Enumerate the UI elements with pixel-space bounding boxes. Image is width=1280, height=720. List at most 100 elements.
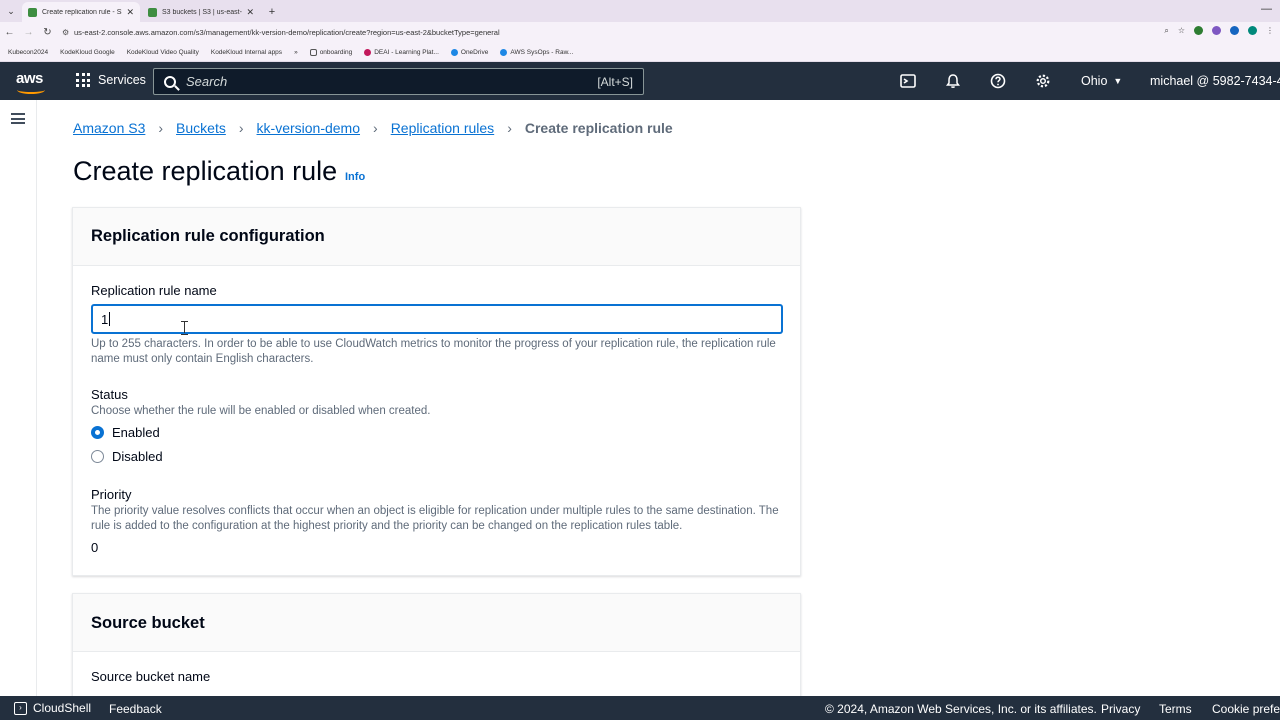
cloudshell-button[interactable]: › CloudShell (14, 701, 91, 715)
priority-label: Priority (91, 487, 132, 502)
onedrive-icon (450, 48, 458, 56)
tab-title: Create replication rule - S3 bucket (42, 8, 122, 16)
rule-name-label: Replication rule name (91, 283, 217, 298)
status-radio-disabled[interactable]: Disabled (91, 449, 163, 464)
bookmark-item[interactable]: OneDrive (450, 48, 489, 56)
status-option-label: Disabled (112, 449, 163, 464)
privacy-link[interactable]: Privacy (1101, 702, 1140, 716)
tab-search-icon[interactable]: ⌄ (0, 0, 22, 22)
account-menu[interactable]: michael @ 5982-7434-4208 (1150, 74, 1280, 88)
panel-header: Source bucket (73, 594, 800, 652)
replication-rule-configuration-panel: Replication rule configuration Replicati… (72, 207, 801, 576)
search-input[interactable] (186, 74, 598, 89)
breadcrumb-link-replication-rules[interactable]: Replication rules (391, 120, 495, 136)
zoom-icon[interactable]: ⌕ (1164, 26, 1168, 36)
breadcrumb-current: Create replication rule (524, 120, 673, 136)
text-cursor-icon (181, 321, 189, 335)
address-bar[interactable]: ⚙ us-east-2.console.aws.amazon.com/s3/ma… (62, 24, 1162, 41)
search-bar[interactable]: [Alt+S] (153, 68, 644, 95)
bookmark-label: onboarding (319, 48, 353, 56)
terms-link[interactable]: Terms (1159, 702, 1192, 716)
bookmark-item[interactable]: KodeKloud Google (60, 49, 115, 56)
services-menu-button[interactable]: Services (76, 73, 146, 87)
back-icon[interactable]: ← (0, 27, 19, 38)
bookmark-label: KodeKloud Video Quality (126, 48, 199, 56)
console-footer: › CloudShell Feedback © 2024, Amazon Web… (0, 696, 1280, 720)
rule-name-input[interactable]: 1 (91, 304, 783, 334)
services-label: Services (98, 73, 146, 87)
close-tab-icon[interactable]: ✕ (126, 7, 134, 18)
browser-actions: ⌕ ☆ ⋮ (1164, 26, 1274, 36)
cloudshell-icon[interactable] (900, 73, 916, 89)
hamburger-menu-icon[interactable] (11, 113, 25, 124)
status-radio-enabled[interactable]: Enabled (91, 425, 160, 440)
more-bookmarks-icon[interactable]: » (294, 49, 298, 56)
bookmark-folder[interactable]: onboarding (309, 48, 353, 56)
bookmark-star-icon[interactable]: ☆ (1178, 26, 1185, 36)
bookmark-item[interactable]: KodeKloud Video Quality (127, 49, 199, 56)
chevron-right-icon: › (238, 120, 244, 136)
priority-help: The priority value resolves conflicts th… (91, 505, 779, 532)
bookmark-item[interactable]: KodeKloud Internal apps (211, 49, 282, 56)
source-bucket-name-label: Source bucket name (91, 669, 211, 684)
feedback-link[interactable]: Feedback (109, 702, 162, 716)
copyright-text: © 2024, Amazon Web Services, Inc. or its… (825, 702, 1097, 716)
region-selector[interactable]: Ohio ▼ (1081, 74, 1122, 88)
bookmark-label: OneDrive (460, 48, 489, 56)
radio-unchecked-icon[interactable] (91, 450, 104, 463)
radio-checked-icon[interactable] (91, 426, 104, 439)
forward-icon[interactable]: → (19, 27, 38, 38)
caret-down-icon: ▼ (1113, 76, 1123, 86)
extensions-icon[interactable]: ⋮ (1266, 26, 1274, 36)
browser-tab-active[interactable]: Create replication rule - S3 bucket ✕ (22, 2, 140, 22)
close-tab-icon[interactable]: ✕ (246, 7, 254, 18)
chevron-right-icon: › (158, 120, 164, 136)
page-title: Create replication rule (73, 156, 338, 186)
breadcrumb-link-buckets[interactable]: Buckets (176, 120, 226, 136)
new-tab-icon[interactable]: + (262, 2, 282, 22)
aws-smile-icon (17, 86, 45, 94)
panel-header: Replication rule configuration (73, 208, 800, 266)
source-bucket-panel: Source bucket Source bucket name (72, 593, 801, 713)
grid-icon (76, 73, 90, 87)
cloudshell-label: CloudShell (33, 701, 92, 715)
reload-icon[interactable]: ↻ (38, 27, 57, 38)
chevron-right-icon: › (373, 120, 378, 136)
aws-logo[interactable]: aws (16, 70, 46, 94)
browser-tab[interactable]: S3 buckets | S3 | us-east-1 ✕ (142, 2, 260, 22)
extension-icon[interactable] (1194, 26, 1203, 35)
extension-icon[interactable] (1212, 26, 1221, 35)
s3-favicon-icon (148, 7, 157, 17)
bookmark-label: Kubecon2024 (8, 48, 49, 56)
cookie-preferences-link[interactable]: Cookie preferences (1212, 702, 1280, 716)
cloud-icon (500, 48, 508, 56)
aws-logo-text: aws (16, 70, 43, 87)
breadcrumb-link-amazon-s3[interactable]: Amazon S3 (73, 120, 145, 136)
status-label: Status (91, 387, 128, 402)
bookmark-item[interactable]: Kubecon2024 (8, 49, 48, 56)
bell-icon[interactable] (945, 73, 961, 89)
info-link[interactable]: Info (345, 171, 365, 183)
breadcrumb: Amazon S3 › Buckets › kk-version-demo › … (73, 120, 673, 136)
bookmarks-bar: Kubecon2024 KodeKloud Google KodeKloud V… (0, 43, 1280, 62)
rule-name-help: Up to 255 characters. In order to be abl… (91, 338, 776, 365)
chevron-right-icon: › (507, 120, 512, 136)
extension-icon[interactable] (1248, 26, 1257, 35)
text-caret (109, 312, 111, 326)
aws-top-nav: aws Services [Alt+S] Ohio ▼ michael @ 59… (0, 62, 1280, 100)
terminal-icon: › (14, 701, 27, 715)
priority-value: 0 (91, 540, 99, 555)
bookmark-item[interactable]: DEAI - Learning Plat... (364, 48, 439, 56)
help-icon[interactable] (990, 73, 1006, 89)
search-icon (164, 75, 176, 88)
extension-icon[interactable] (1230, 26, 1239, 35)
site-info-icon[interactable]: ⚙ (62, 28, 74, 37)
status-help: Choose whether the rule will be enabled … (91, 405, 431, 417)
breadcrumb-link-bucket[interactable]: kk-version-demo (257, 120, 360, 136)
folder-icon (309, 48, 317, 56)
rule-name-value: 1 (101, 311, 109, 327)
bookmark-label: DEAI - Learning Plat... (374, 48, 439, 56)
settings-gear-icon[interactable] (1035, 73, 1051, 89)
bookmark-item[interactable]: AWS SysOps - Raw... (500, 48, 573, 56)
minimize-window-icon[interactable]: — (1261, 3, 1272, 15)
